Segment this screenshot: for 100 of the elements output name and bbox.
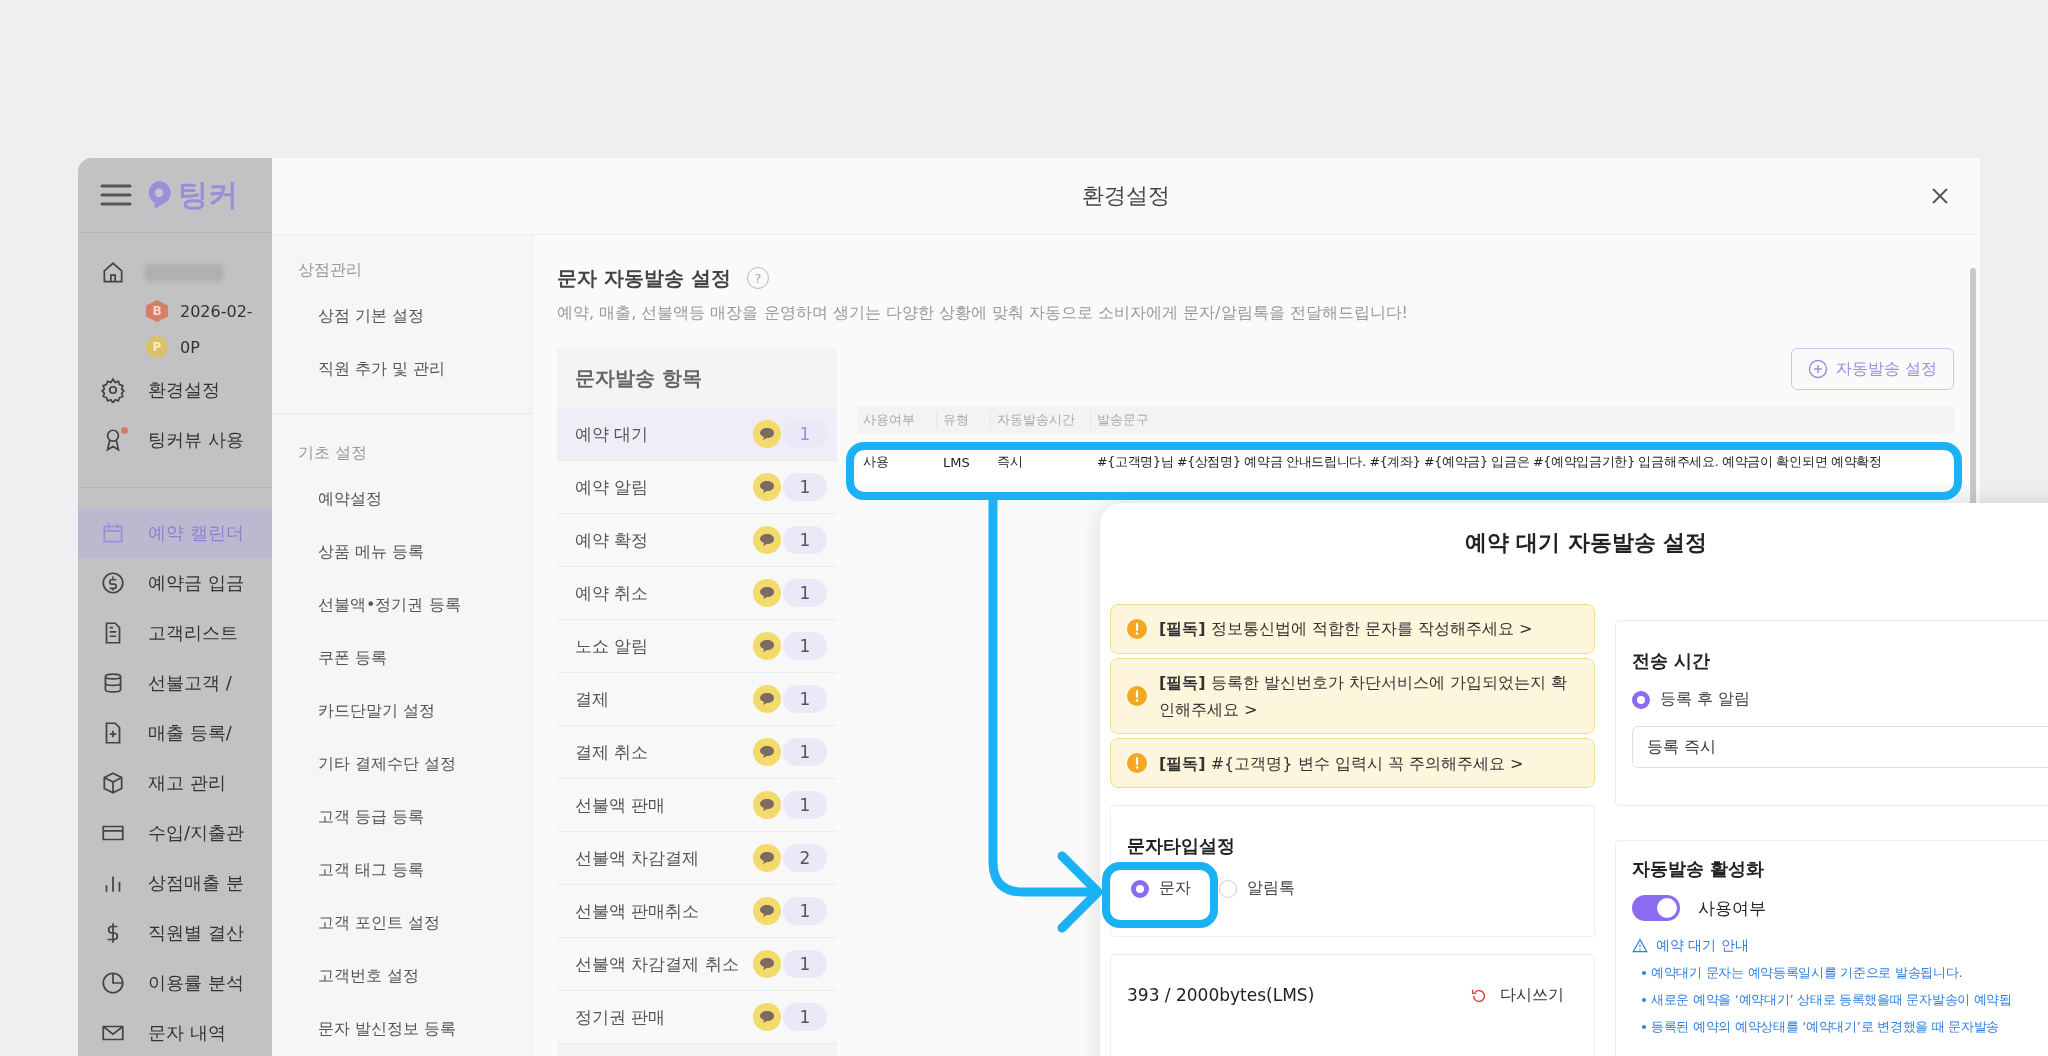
section-title: 문자 자동발송 설정 (557, 264, 731, 292)
settings-nav-item[interactable]: 기타 결제수단 설정 (272, 737, 532, 790)
sidebar-item[interactable]: 매출 등록/ (78, 708, 272, 758)
pie-chart-icon (100, 970, 126, 996)
count-badge: 1 (783, 685, 827, 713)
settings-nav-item[interactable]: 직원 추가 및 관리 (272, 342, 532, 395)
notice-text: [필독] 정보통신법에 적합한 문자를 작성해주세요 > (1159, 618, 1533, 641)
bullet-icon (1642, 998, 1646, 1002)
expiry-date: 2026-02- (180, 301, 253, 321)
message-item[interactable]: 예약 취소 1 (557, 567, 837, 620)
chat-bubble-icon (753, 897, 781, 925)
sidebar-item[interactable]: 수입/지출관 (78, 808, 272, 858)
modal-title: 환경설정 (1082, 182, 1170, 210)
sidebar-item[interactable]: 예약금 입금 (78, 558, 272, 608)
message-item[interactable]: 예약 알림 1 (557, 461, 837, 514)
send-time-select[interactable]: 등록 즉시 (1632, 726, 2048, 768)
column-header: 자동발송시간 (991, 411, 1091, 429)
nav-group-heading: 상점관리 (297, 259, 363, 281)
message-item[interactable]: 정기권 판매 1 (557, 991, 837, 1044)
settings-nav-item[interactable]: 고객 포인트 설정 (272, 896, 532, 949)
count-badge: 1 (783, 738, 827, 766)
table-cell-text: LMS (942, 454, 971, 470)
warning-triangle-icon (1632, 938, 1648, 954)
count-badge: 1 (783, 897, 827, 925)
nav-group-heading: 기초 설정 (297, 442, 369, 464)
column-header: 사용여부 (857, 411, 937, 429)
chat-bubble-icon (753, 473, 781, 501)
byte-counter: 393 / 2000bytes(LMS) (1127, 985, 1315, 1006)
sidebar-item[interactable]: 문자 내역 (78, 1008, 272, 1056)
warning-icon (1127, 753, 1147, 774)
table-cell-text: 즉시 (996, 453, 1024, 471)
table-cell-text: #{고객명}님 #{상점명} 예약금 안내드립니다. #{계좌} #{예약금} 입금은 #{예약입금기한} 입금해주세요. 예약금이 확인되면 예약확정 (1096, 453, 1883, 471)
card-title: 전송 시간 (1632, 649, 1712, 673)
card-title: 자동발송 활성화 (1632, 857, 1766, 881)
settings-nav-item[interactable]: 선불액•정기권 등록 (272, 578, 532, 631)
sidebar-item[interactable]: 상점매출 분 (78, 858, 272, 908)
sidebar-item[interactable]: 환경설정 (78, 365, 272, 415)
home-icon[interactable] (100, 260, 126, 286)
plus-circle-icon (1807, 359, 1828, 379)
settings-nav-item[interactable]: 카드단말기 설정 (272, 684, 532, 737)
count-badge: 1 (783, 632, 827, 660)
dialog-title: 예약 대기 자동발송 설정 (1463, 529, 1709, 557)
list-heading: 문자발송 항목 (574, 365, 703, 392)
settings-nav-item[interactable]: 문자 발신정보 등록 (272, 1002, 532, 1055)
message-item[interactable]: 선불액 차감결제 취소 1 (557, 938, 837, 991)
sidebar-item[interactable]: 팅커뷰 사용 (78, 415, 272, 465)
calendar-icon (100, 520, 126, 546)
sidebar-item[interactable]: 고객리스트 (78, 608, 272, 658)
radio-option[interactable]: 등록 후 알림 (1632, 689, 2048, 710)
sidebar-item[interactable]: 선불고객 / (78, 658, 272, 708)
toggle-label: 사용여부 (1698, 896, 1766, 920)
count-badge: 1 (783, 579, 827, 607)
count-badge: 1 (783, 950, 827, 978)
card-title: 문자타입설정 (1127, 834, 1236, 859)
message-item[interactable]: 예약 대기 1 (557, 408, 837, 461)
count-badge: 1 (783, 526, 827, 554)
chat-bubble-icon (753, 579, 781, 607)
guide-title: 예약 대기 안내 (1656, 937, 1749, 955)
settings-nav-item[interactable]: 쿠폰 등록 (272, 631, 532, 684)
points-badge: P (146, 336, 168, 358)
sidebar-item[interactable]: 직원별 결산 (78, 908, 272, 958)
settings-nav-item[interactable]: 고객 태그 등록 (272, 843, 532, 896)
count-badge: 1 (783, 791, 827, 819)
message-item[interactable]: 결제 취소 1 (557, 726, 837, 779)
chat-bubble-icon (753, 1003, 781, 1031)
close-icon[interactable] (1930, 186, 1950, 206)
settings-nav-item[interactable]: 고객번호 설정 (272, 949, 532, 1002)
sidebar-item[interactable]: 이용률 분석 (78, 958, 272, 1008)
settings-nav-item[interactable]: 상품 메뉴 등록 (272, 525, 532, 578)
table-cell-text: 사용 (862, 453, 890, 471)
guide-text: 예약대기 문자는 예약등록일시를 기준으로 발송됩니다. (1651, 964, 1963, 982)
message-item[interactable]: 예약 확정 1 (557, 514, 837, 567)
rewrite-button[interactable]: 다시쓰기 (1470, 985, 1564, 1007)
menu-icon[interactable] (100, 183, 132, 207)
message-item[interactable]: 선불액 판매취소 1 (557, 885, 837, 938)
bullet-icon (1642, 971, 1646, 975)
column-header: 유형 (937, 411, 991, 429)
message-item[interactable]: 선불액 차감결제 2 (557, 832, 837, 885)
chat-bubble-icon (753, 685, 781, 713)
radio-option[interactable]: 알림톡 (1219, 878, 1295, 900)
notice-banner[interactable]: [필독] 정보통신법에 적합한 문자를 작성해주세요 > (1110, 604, 1595, 654)
notice-text: [필독] 등록한 발신번호가 차단서비스에 가입되었는지 확인해주세요 > (1159, 672, 1569, 722)
notice-banner[interactable]: [필독] #{고객명} 변수 입력시 꼭 주의해주세요 > (1110, 738, 1595, 789)
settings-nav-item[interactable]: 고객 등급 등록 (272, 790, 532, 843)
points-value: 0P (180, 337, 200, 357)
toggle-switch[interactable] (1632, 895, 1680, 921)
message-item[interactable]: 선불액 판매 1 (557, 779, 837, 832)
sidebar-item[interactable]: 재고 관리 (78, 758, 272, 808)
gear-icon (100, 377, 126, 403)
bullet-icon (1642, 1025, 1646, 1029)
radio-option[interactable]: 문자 (1131, 878, 1191, 900)
message-item[interactable]: 결제 1 (557, 673, 837, 726)
warning-icon (1127, 686, 1147, 707)
guide-text: 새로운 예약을 ‘예약대기’ 상태로 등록했을때 문자발송이 예약됩 (1651, 991, 2012, 1009)
box-icon (100, 770, 126, 796)
count-badge: 1 (783, 420, 827, 448)
settings-nav-item[interactable]: 예약설정 (272, 472, 532, 525)
notice-banner[interactable]: [필독] 등록한 발신번호가 차단서비스에 가입되었는지 확인해주세요 > (1110, 658, 1595, 735)
message-item[interactable]: 노쇼 알림 1 (557, 620, 837, 673)
settings-nav-item[interactable]: 상점 기본 설정 (272, 289, 532, 342)
